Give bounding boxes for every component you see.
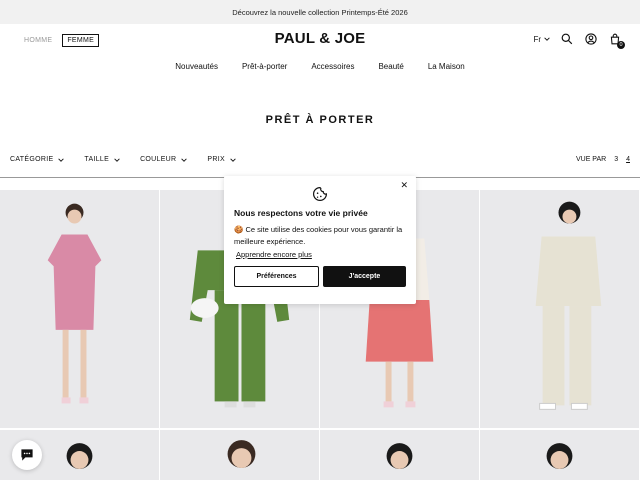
view-by-label: VUE PAR	[575, 156, 607, 163]
header: HOMME FEMME PAUL & JOE Fr 0 Nouveautés P…	[0, 24, 640, 84]
filter-label: COULEUR	[140, 156, 177, 163]
chevron-down-icon	[58, 157, 65, 162]
cookie-buttons: Préférences J'accepte	[234, 266, 406, 287]
model-floral-suit-icon	[535, 201, 602, 410]
nav-accessoires[interactable]: Accessoires	[311, 62, 354, 71]
chevron-down-icon	[114, 157, 120, 162]
cookie-emoji-icon: 🍪	[234, 225, 244, 234]
view-option-4[interactable]: 4	[626, 156, 630, 163]
accept-button[interactable]: J'accepte	[323, 266, 406, 287]
filter-categorie[interactable]: CATÉGORIE	[10, 156, 65, 163]
language-selector[interactable]: Fr	[533, 35, 550, 44]
nav-pret-a-porter[interactable]: Prêt-à-porter	[242, 62, 287, 71]
header-tools: Fr 0	[533, 32, 625, 49]
filter-taille[interactable]: TAILLE	[84, 156, 120, 163]
chevron-down-icon	[181, 157, 188, 162]
announcement-bar: Découvrez la nouvelle collection Printem…	[0, 0, 640, 24]
account-icon[interactable]	[584, 32, 598, 46]
filter-label: TAILLE	[84, 156, 110, 163]
product-card[interactable]	[480, 430, 639, 480]
close-icon[interactable]: ✕	[400, 180, 408, 191]
filter-label: CATÉGORIE	[10, 156, 54, 163]
view-option-3[interactable]: 3	[614, 156, 618, 163]
filter-bar: CATÉGORIE TAILLE COULEUR PRIX	[10, 156, 236, 163]
nav-la-maison[interactable]: La Maison	[428, 62, 465, 71]
cookie-icon	[234, 186, 406, 202]
model-pink-floral-dress-icon	[47, 203, 102, 404]
chat-bubble-icon	[21, 449, 33, 461]
cookie-message: Ce site utilise des cookies pour vous ga…	[234, 225, 403, 246]
view-by: VUE PAR 3 4	[576, 156, 630, 163]
model-portrait-icon	[546, 443, 573, 469]
product-card[interactable]	[0, 190, 159, 428]
chevron-down-icon	[230, 157, 236, 162]
model-portrait-icon	[386, 443, 413, 469]
cookie-consent-dialog: ✕ Nous respectons votre vie privée 🍪 Ce …	[224, 176, 416, 304]
chat-button[interactable]	[12, 440, 42, 470]
product-card[interactable]	[160, 430, 319, 480]
model-portrait-icon	[227, 440, 256, 468]
page-title: PRÊT À PORTER	[265, 114, 375, 126]
preferences-button[interactable]: Préférences	[234, 266, 319, 287]
filter-couleur[interactable]: COULEUR	[140, 156, 188, 163]
filter-label: PRIX	[207, 156, 225, 163]
cart-icon[interactable]: 0	[608, 32, 625, 49]
chevron-down-icon	[544, 37, 550, 41]
learn-more-link[interactable]: Apprendre encore plus	[236, 250, 406, 259]
product-card[interactable]	[480, 190, 639, 428]
cookie-title: Nous respectons votre vie privée	[234, 208, 368, 218]
language-label: Fr	[533, 34, 541, 44]
filter-prix[interactable]: PRIX	[207, 156, 236, 163]
product-card[interactable]	[320, 430, 479, 480]
cart-count-badge: 0	[617, 41, 625, 49]
main-nav: Nouveautés Prêt-à-porter Accessoires Bea…	[0, 62, 640, 71]
announcement-text: Découvrez la nouvelle collection Printem…	[232, 7, 408, 17]
cookie-text: 🍪 Ce site utilise des cookies pour vous …	[234, 224, 406, 248]
nav-nouveautes[interactable]: Nouveautés	[175, 62, 218, 71]
search-icon[interactable]	[560, 32, 574, 46]
nav-beaute[interactable]: Beauté	[378, 62, 403, 71]
